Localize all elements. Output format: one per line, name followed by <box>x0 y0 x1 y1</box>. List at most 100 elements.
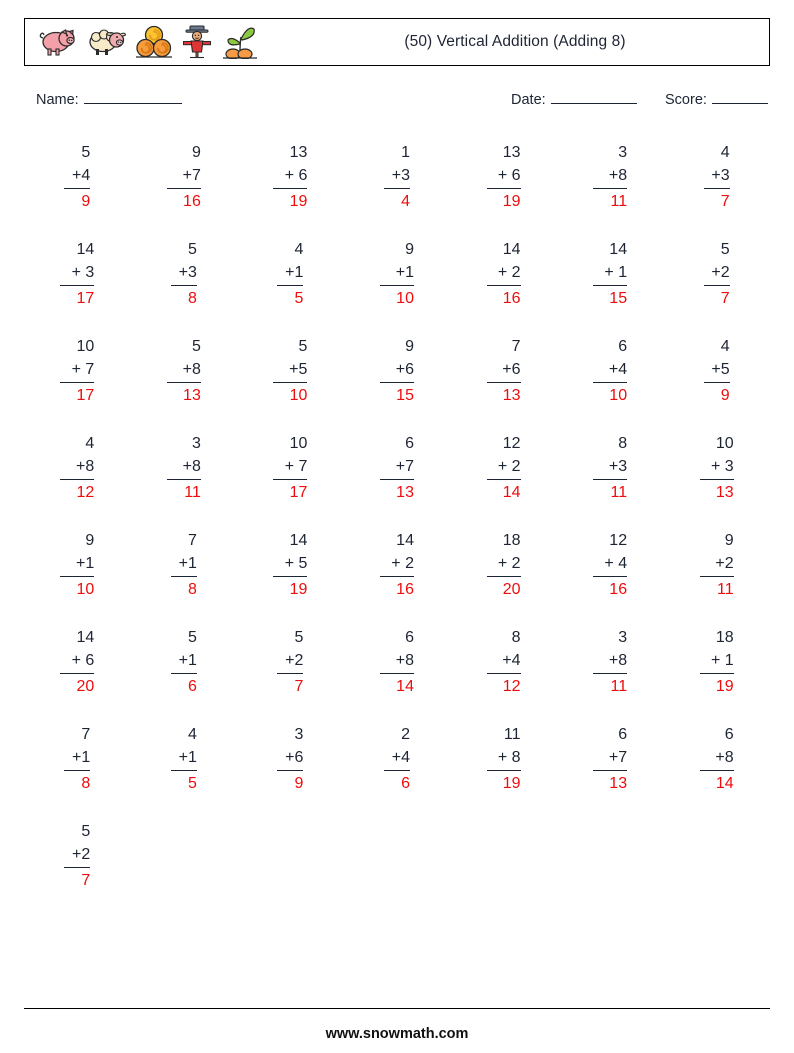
addend-top: 5 <box>294 629 304 646</box>
answer-value[interactable]: 17 <box>60 383 94 407</box>
answer-value[interactable]: 16 <box>167 189 201 213</box>
answer-value[interactable]: 8 <box>171 577 197 601</box>
answer-value[interactable]: 13 <box>380 480 414 504</box>
answer-value[interactable]: 8 <box>171 286 197 310</box>
answer-value[interactable]: 13 <box>593 771 627 795</box>
addend-bottom: +5 <box>711 361 730 378</box>
problem-cell: 6 +8 14 <box>344 620 451 717</box>
addition-problem: 7 +1 8 <box>64 723 91 795</box>
addend-top: 18 <box>715 629 734 646</box>
problem-cell: 5 +2 7 <box>663 232 770 329</box>
addend-bottom: + 6 <box>497 167 521 184</box>
addend-top: 14 <box>609 241 628 258</box>
addend-top: 4 <box>720 144 730 161</box>
answer-value[interactable]: 16 <box>593 577 627 601</box>
answer-value[interactable]: 10 <box>273 383 308 407</box>
answer-value[interactable]: 19 <box>487 771 521 795</box>
problem-row: 9 +1 10 7 +1 8 14 + 5 19 14 + 2 16 18 + 2 20 12 + 4 16 9 +2… <box>24 523 770 620</box>
addend-bottom: +4 <box>502 652 521 669</box>
problem-cell <box>237 814 344 911</box>
answer-value[interactable]: 13 <box>700 480 734 504</box>
addend-bottom: +6 <box>285 749 304 766</box>
answer-value[interactable]: 7 <box>64 868 90 892</box>
answer-value[interactable]: 20 <box>487 577 521 601</box>
answer-value[interactable]: 14 <box>487 480 521 504</box>
addition-problem: 9 +1 10 <box>379 238 414 310</box>
addend-top: 6 <box>724 726 734 743</box>
answer-value[interactable]: 20 <box>60 674 94 698</box>
answer-value[interactable]: 11 <box>593 674 627 698</box>
answer-value[interactable]: 15 <box>593 286 627 310</box>
answer-value[interactable]: 16 <box>487 286 521 310</box>
answer-value[interactable]: 15 <box>380 383 414 407</box>
score-field-group: Score: <box>665 92 768 108</box>
problem-cell <box>557 814 664 911</box>
answer-value[interactable]: 10 <box>60 577 94 601</box>
scarecrow-icon <box>182 25 212 59</box>
answer-value[interactable]: 13 <box>167 383 201 407</box>
answer-value[interactable]: 12 <box>487 674 521 698</box>
problem-cell: 4 +5 9 <box>663 329 770 426</box>
addend-top: 8 <box>511 629 521 646</box>
answer-value[interactable]: 11 <box>167 480 201 504</box>
answer-value[interactable]: 6 <box>384 771 410 795</box>
hay-bales-icon <box>135 25 173 59</box>
addend-bottom: +5 <box>289 361 308 378</box>
answer-value[interactable]: 19 <box>700 674 734 698</box>
addend-bottom: + 2 <box>391 555 414 572</box>
addend-bottom: + 3 <box>71 264 95 281</box>
footer-site-url: www.snowmath.com <box>325 1026 469 1042</box>
answer-value[interactable]: 7 <box>704 286 730 310</box>
addition-problem: 6 +8 14 <box>699 723 734 795</box>
answer-value[interactable]: 17 <box>273 480 308 504</box>
answer-value[interactable]: 5 <box>277 286 304 310</box>
addend-bottom: + 7 <box>284 458 308 475</box>
answer-value[interactable]: 11 <box>593 480 627 504</box>
addend-bottom: +3 <box>178 264 197 281</box>
answer-value[interactable]: 9 <box>64 189 90 213</box>
name-input[interactable] <box>83 92 182 104</box>
addition-problem: 10 + 7 17 <box>273 432 308 504</box>
answer-value[interactable]: 11 <box>700 577 734 601</box>
problem-cell <box>663 814 770 911</box>
problem-cell <box>450 814 557 911</box>
answer-value[interactable]: 14 <box>700 771 734 795</box>
answer-value[interactable]: 8 <box>64 771 90 795</box>
answer-value[interactable]: 6 <box>171 674 197 698</box>
answer-value[interactable]: 7 <box>704 189 730 213</box>
addition-problem: 10 + 3 13 <box>699 432 734 504</box>
score-input[interactable] <box>711 92 768 104</box>
answer-value[interactable]: 7 <box>277 674 304 698</box>
answer-value[interactable]: 13 <box>487 383 521 407</box>
problem-cell: 14 + 2 16 <box>450 232 557 329</box>
addend-bottom: + 7 <box>71 361 95 378</box>
answer-value[interactable]: 16 <box>380 577 414 601</box>
answer-value[interactable]: 17 <box>60 286 94 310</box>
answer-value[interactable]: 5 <box>171 771 197 795</box>
answer-value[interactable]: 10 <box>380 286 414 310</box>
problem-cell: 5 +2 7 <box>24 814 131 911</box>
answer-value[interactable]: 4 <box>384 189 410 213</box>
addend-top: 6 <box>618 338 628 355</box>
answer-value[interactable]: 10 <box>593 383 627 407</box>
addend-top: 5 <box>187 629 197 646</box>
answer-value[interactable]: 19 <box>273 577 308 601</box>
answer-value[interactable]: 19 <box>273 189 308 213</box>
pig-icon <box>37 25 77 59</box>
problem-cell: 3 +8 11 <box>131 426 238 523</box>
addition-problem: 9 +6 15 <box>379 335 414 407</box>
answer-value[interactable]: 9 <box>277 771 304 795</box>
answer-value[interactable]: 19 <box>487 189 521 213</box>
problem-cell: 9 +6 15 <box>344 329 451 426</box>
answer-value[interactable]: 14 <box>380 674 414 698</box>
date-input[interactable] <box>550 92 637 104</box>
problem-cell: 10 + 7 17 <box>237 426 344 523</box>
answer-value[interactable]: 9 <box>704 383 730 407</box>
answer-value[interactable]: 11 <box>593 189 627 213</box>
addend-bottom: +1 <box>178 652 197 669</box>
answer-value[interactable]: 12 <box>60 480 94 504</box>
addend-top: 4 <box>187 726 197 743</box>
worksheet-header: (50) Vertical Addition (Adding 8) <box>24 18 770 66</box>
addend-bottom: +7 <box>182 167 201 184</box>
addition-problem: 13 + 6 19 <box>273 141 308 213</box>
